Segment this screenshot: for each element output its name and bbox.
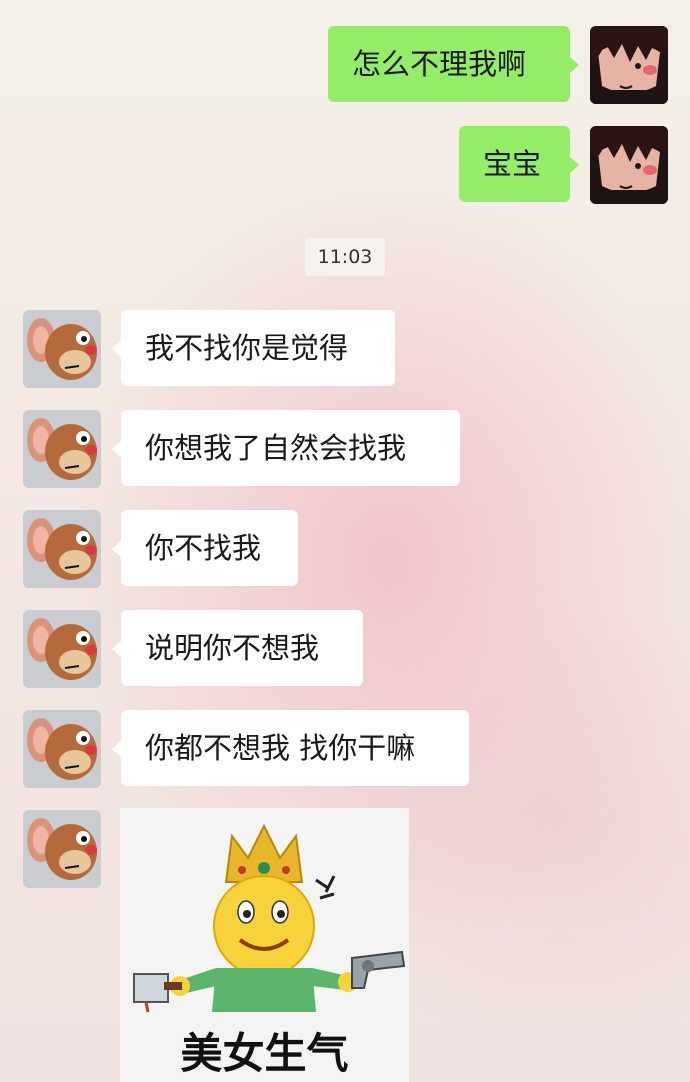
contact-avatar-icon[interactable]	[23, 410, 101, 488]
message-bubble[interactable]: 我不找你是觉得	[112, 310, 395, 386]
sticker-image[interactable]: 美女生气	[120, 808, 409, 1082]
contact-avatar-icon[interactable]	[23, 710, 101, 788]
sticker-caption: 美女生气	[180, 1029, 349, 1078]
self-avatar-icon[interactable]	[590, 26, 668, 104]
message-bubble[interactable]: 说明你不想我	[112, 610, 363, 686]
message-bubble[interactable]: 你都不想我 找你干嘛	[112, 710, 469, 786]
contact-avatar-icon[interactable]	[23, 310, 101, 388]
message-bubble[interactable]: 怎么不理我啊	[328, 26, 579, 102]
contact-avatar-icon[interactable]	[23, 610, 101, 688]
message-bubble[interactable]: 宝宝	[459, 126, 579, 202]
contact-avatar-icon[interactable]	[23, 510, 101, 588]
message-bubble[interactable]: 你想我了自然会找我	[112, 410, 460, 486]
message-bubble[interactable]: 你不找我	[112, 510, 298, 586]
self-avatar-icon[interactable]	[590, 126, 668, 204]
contact-avatar-icon[interactable]	[23, 810, 101, 888]
timestamp: 11:03	[305, 238, 385, 276]
